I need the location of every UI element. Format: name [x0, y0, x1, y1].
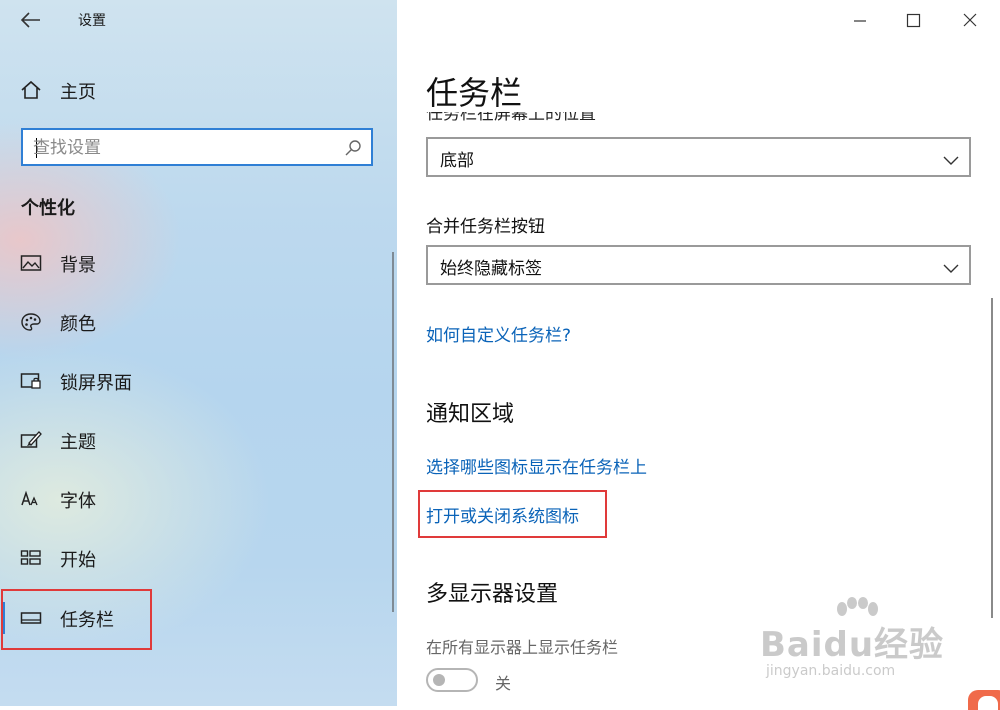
- dropdown-value: 底部: [440, 151, 474, 171]
- toggle-knob: [433, 674, 445, 686]
- corner-logo-icon: [968, 690, 1000, 710]
- watermark: Baidu经验 jingyan.baidu.com: [760, 597, 960, 687]
- show-all-displays-label: 在所有显示器上显示任务栏: [426, 638, 619, 657]
- search-box[interactable]: [21, 128, 373, 166]
- home-icon: [20, 80, 42, 100]
- customize-taskbar-link[interactable]: 如何自定义任务栏?: [426, 321, 571, 346]
- taskbar-position-dropdown[interactable]: 底部: [426, 137, 971, 177]
- sidebar-item-start[interactable]: 开始: [0, 536, 397, 580]
- sidebar-item-background[interactable]: 背景: [0, 241, 397, 285]
- sidebar-item-colors[interactable]: 颜色: [0, 300, 397, 344]
- sidebar-item-label: 主题: [60, 432, 96, 453]
- chevron-down-icon: [943, 259, 959, 273]
- back-button[interactable]: [18, 8, 44, 32]
- sidebar-item-home[interactable]: 主页: [0, 68, 397, 112]
- minimize-button[interactable]: [845, 8, 875, 34]
- combine-buttons-dropdown[interactable]: 始终隐藏标签: [426, 245, 971, 285]
- sidebar-item-label: 主页: [60, 82, 96, 103]
- highlight-box-system-icons: [418, 490, 607, 538]
- minimize-icon: [854, 20, 866, 22]
- sidebar-item-themes[interactable]: 主题: [0, 418, 397, 462]
- theme-brush-icon: [20, 430, 42, 450]
- back-arrow-icon: [20, 12, 40, 28]
- sidebar-item-label: 开始: [60, 550, 96, 571]
- maximize-icon: [906, 13, 921, 28]
- sidebar-item-fonts[interactable]: 字体: [0, 477, 397, 521]
- search-input[interactable]: [31, 135, 335, 161]
- sidebar: 设置 主页 个性化 背景: [0, 0, 397, 706]
- title-bar: 设置: [0, 0, 397, 40]
- taskbar-position-label: 任务栏在屏幕上的位置: [426, 112, 596, 124]
- app-title: 设置: [78, 13, 106, 29]
- page-title: 任务栏: [426, 74, 523, 112]
- sidebar-item-label: 字体: [60, 491, 96, 512]
- sidebar-item-label: 锁屏界面: [60, 373, 132, 394]
- section-title: 个性化: [21, 198, 75, 219]
- sidebar-item-label: 颜色: [60, 314, 96, 335]
- close-icon: [963, 13, 977, 27]
- combine-buttons-label: 合并任务栏按钮: [426, 217, 545, 237]
- chevron-down-icon: [943, 151, 959, 165]
- start-grid-icon: [20, 548, 42, 568]
- highlight-box-taskbar: [1, 589, 152, 650]
- select-icons-link[interactable]: 选择哪些图标显示在任务栏上: [426, 453, 647, 478]
- close-button[interactable]: [955, 8, 985, 34]
- search-icon[interactable]: [344, 139, 362, 157]
- show-all-displays-toggle[interactable]: [426, 668, 478, 692]
- watermark-brand: Baidu经验: [760, 625, 945, 665]
- main-scrollbar[interactable]: [991, 298, 993, 618]
- dropdown-value: 始终隐藏标签: [440, 259, 542, 279]
- palette-icon: [20, 312, 42, 332]
- picture-icon: [20, 253, 42, 273]
- lock-screen-icon: [20, 371, 42, 391]
- sidebar-item-label: 背景: [60, 255, 96, 276]
- watermark-url: jingyan.baidu.com: [766, 663, 896, 679]
- font-icon: [20, 489, 42, 509]
- sidebar-item-lock-screen[interactable]: 锁屏界面: [0, 359, 397, 403]
- sidebar-scrollbar[interactable]: [392, 252, 394, 612]
- notification-area-heading: 通知区域: [426, 402, 515, 427]
- toggle-state-label: 关: [495, 674, 512, 693]
- multi-display-heading: 多显示器设置: [426, 582, 559, 607]
- maximize-button[interactable]: [898, 8, 928, 34]
